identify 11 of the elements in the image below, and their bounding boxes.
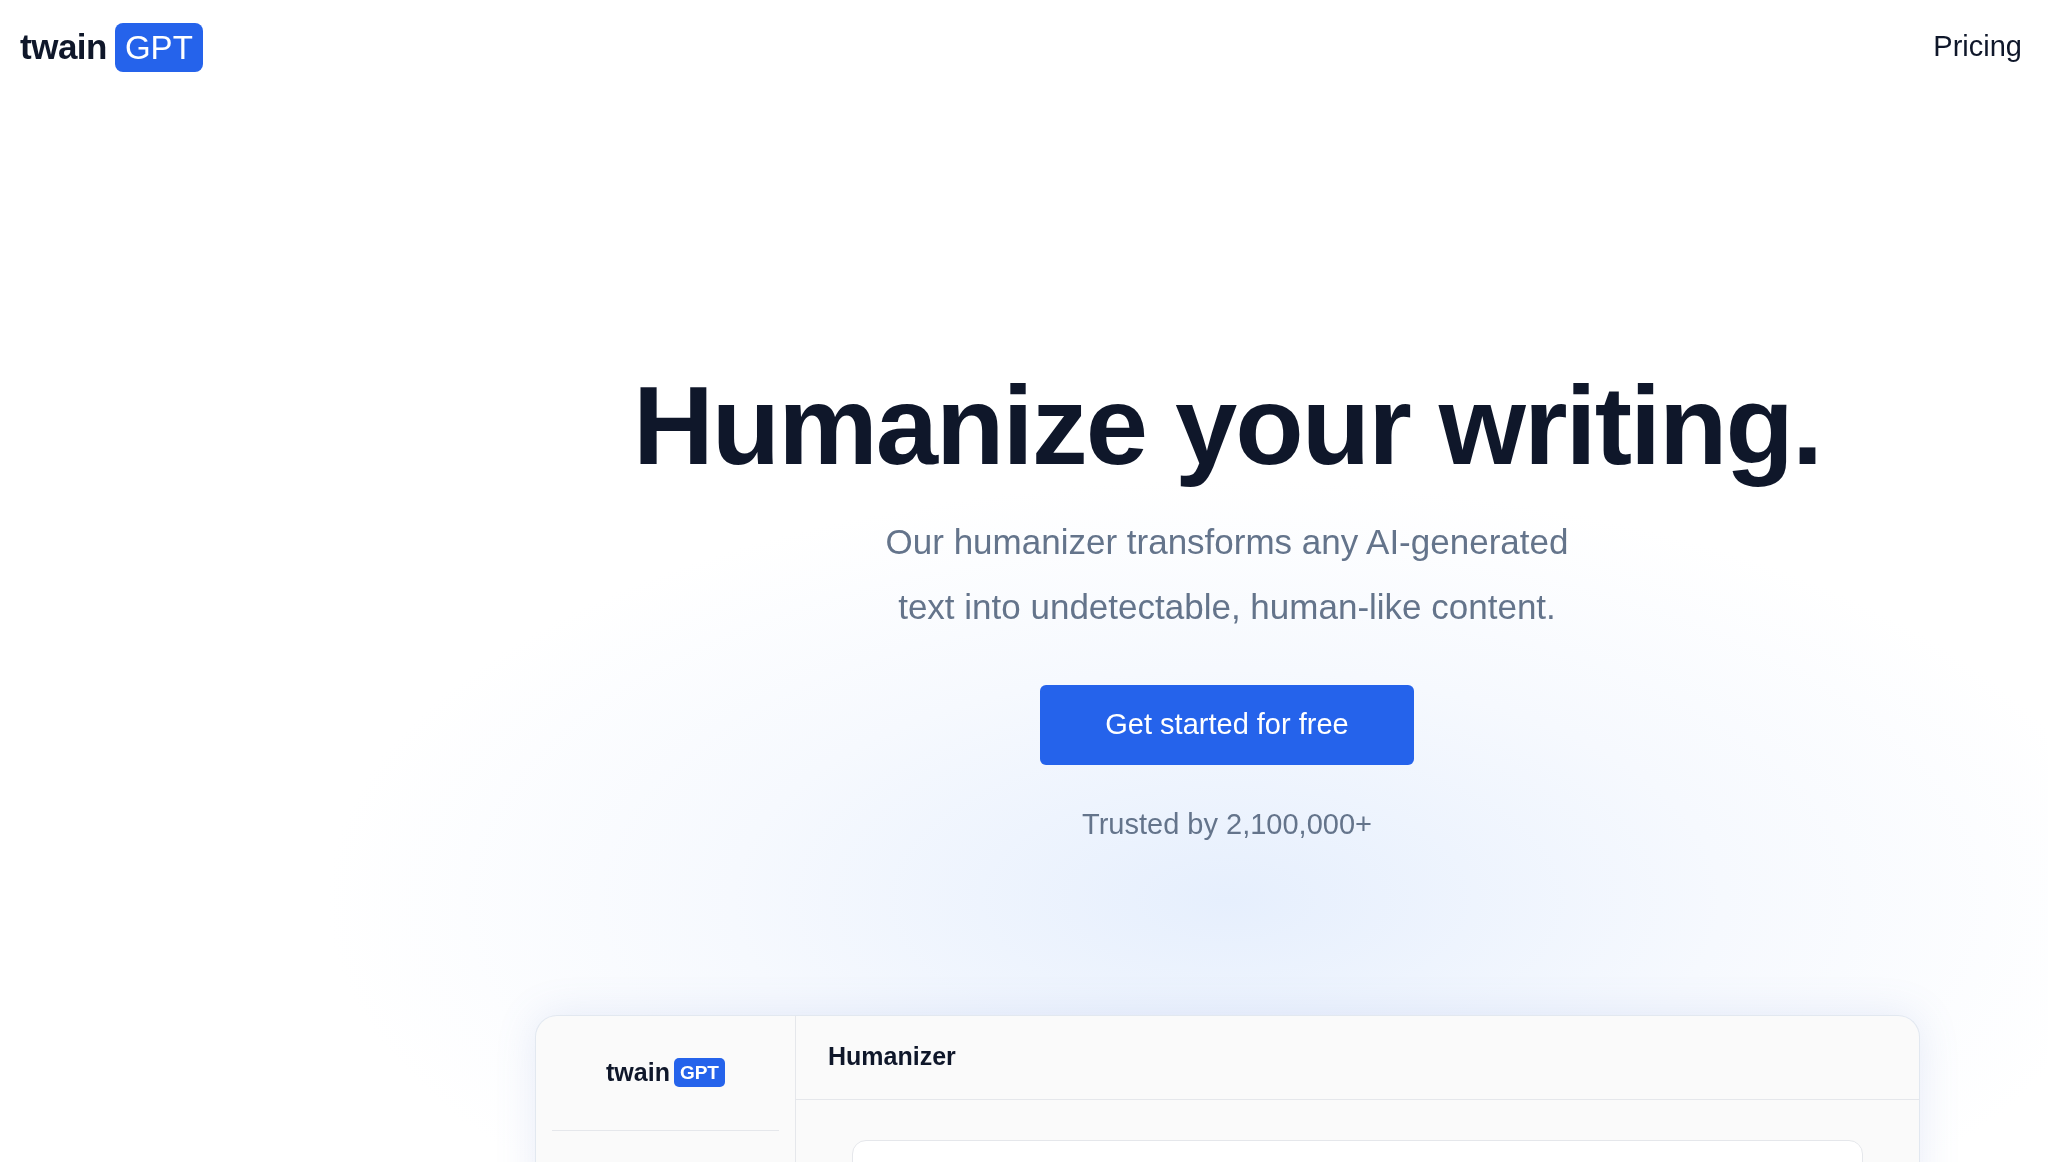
subtitle-line: Our humanizer transforms any AI-generated [885,521,1569,564]
get-started-button[interactable]: Get started for free [1040,685,1414,766]
subtitle-line: text into undetectable, human-like content. [897,586,1557,629]
app-title: Humanizer [828,1041,956,1073]
trust-text: Trusted by 2,100,000+ [1082,807,1372,843]
hero-title: Humanize your writing. [632,364,1822,488]
logo-badge: GPT [114,22,203,72]
logo-badge: GPT [673,1058,725,1088]
logo-text: twain [20,25,107,68]
logo-text: twain [606,1056,670,1088]
nav-link[interactable]: Pricing [1933,25,2022,69]
